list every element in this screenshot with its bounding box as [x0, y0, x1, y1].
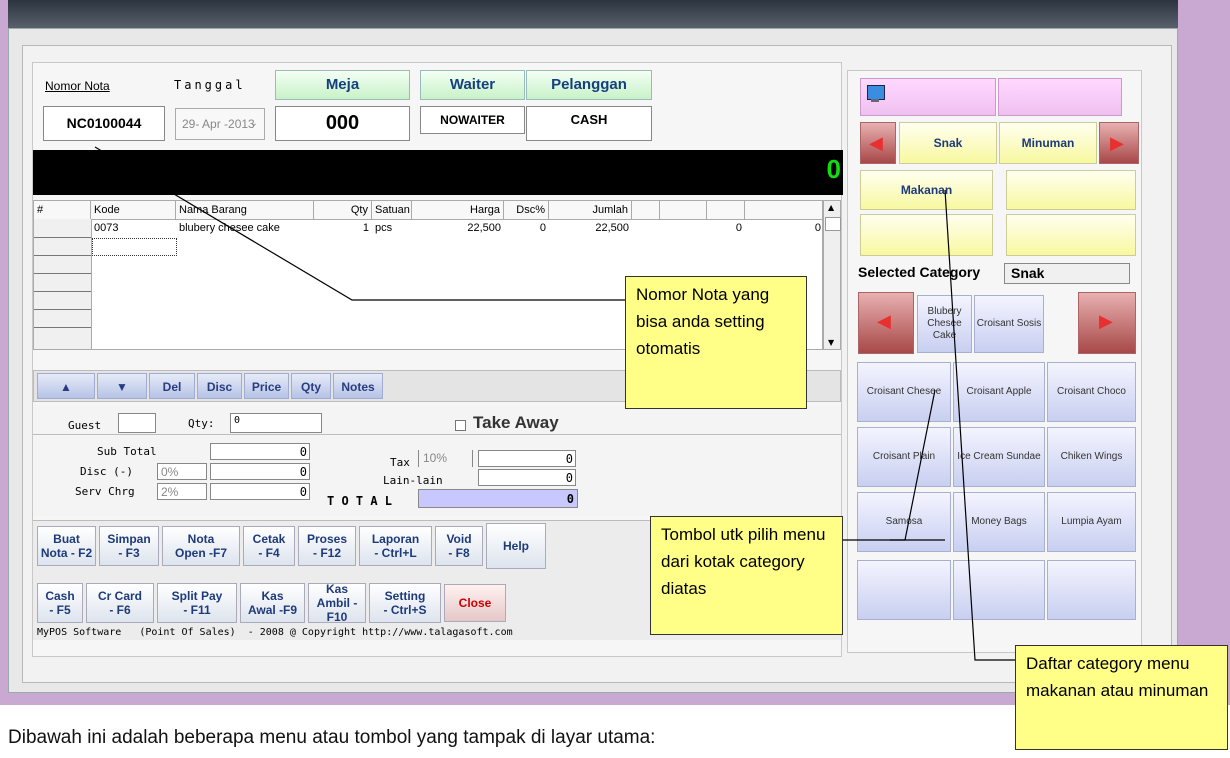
caption-text: Dibawah ini adalah beberapa menu atau to… — [8, 727, 656, 748]
callout-daftar-category: Daftar category menu makanan atau minuma… — [1015, 645, 1228, 750]
callout-tombol-menu: Tombol utk pilih menu dari kotak categor… — [650, 516, 843, 635]
callout-nomor-nota: Nomor Nota yang bisa anda setting otomat… — [625, 276, 807, 409]
